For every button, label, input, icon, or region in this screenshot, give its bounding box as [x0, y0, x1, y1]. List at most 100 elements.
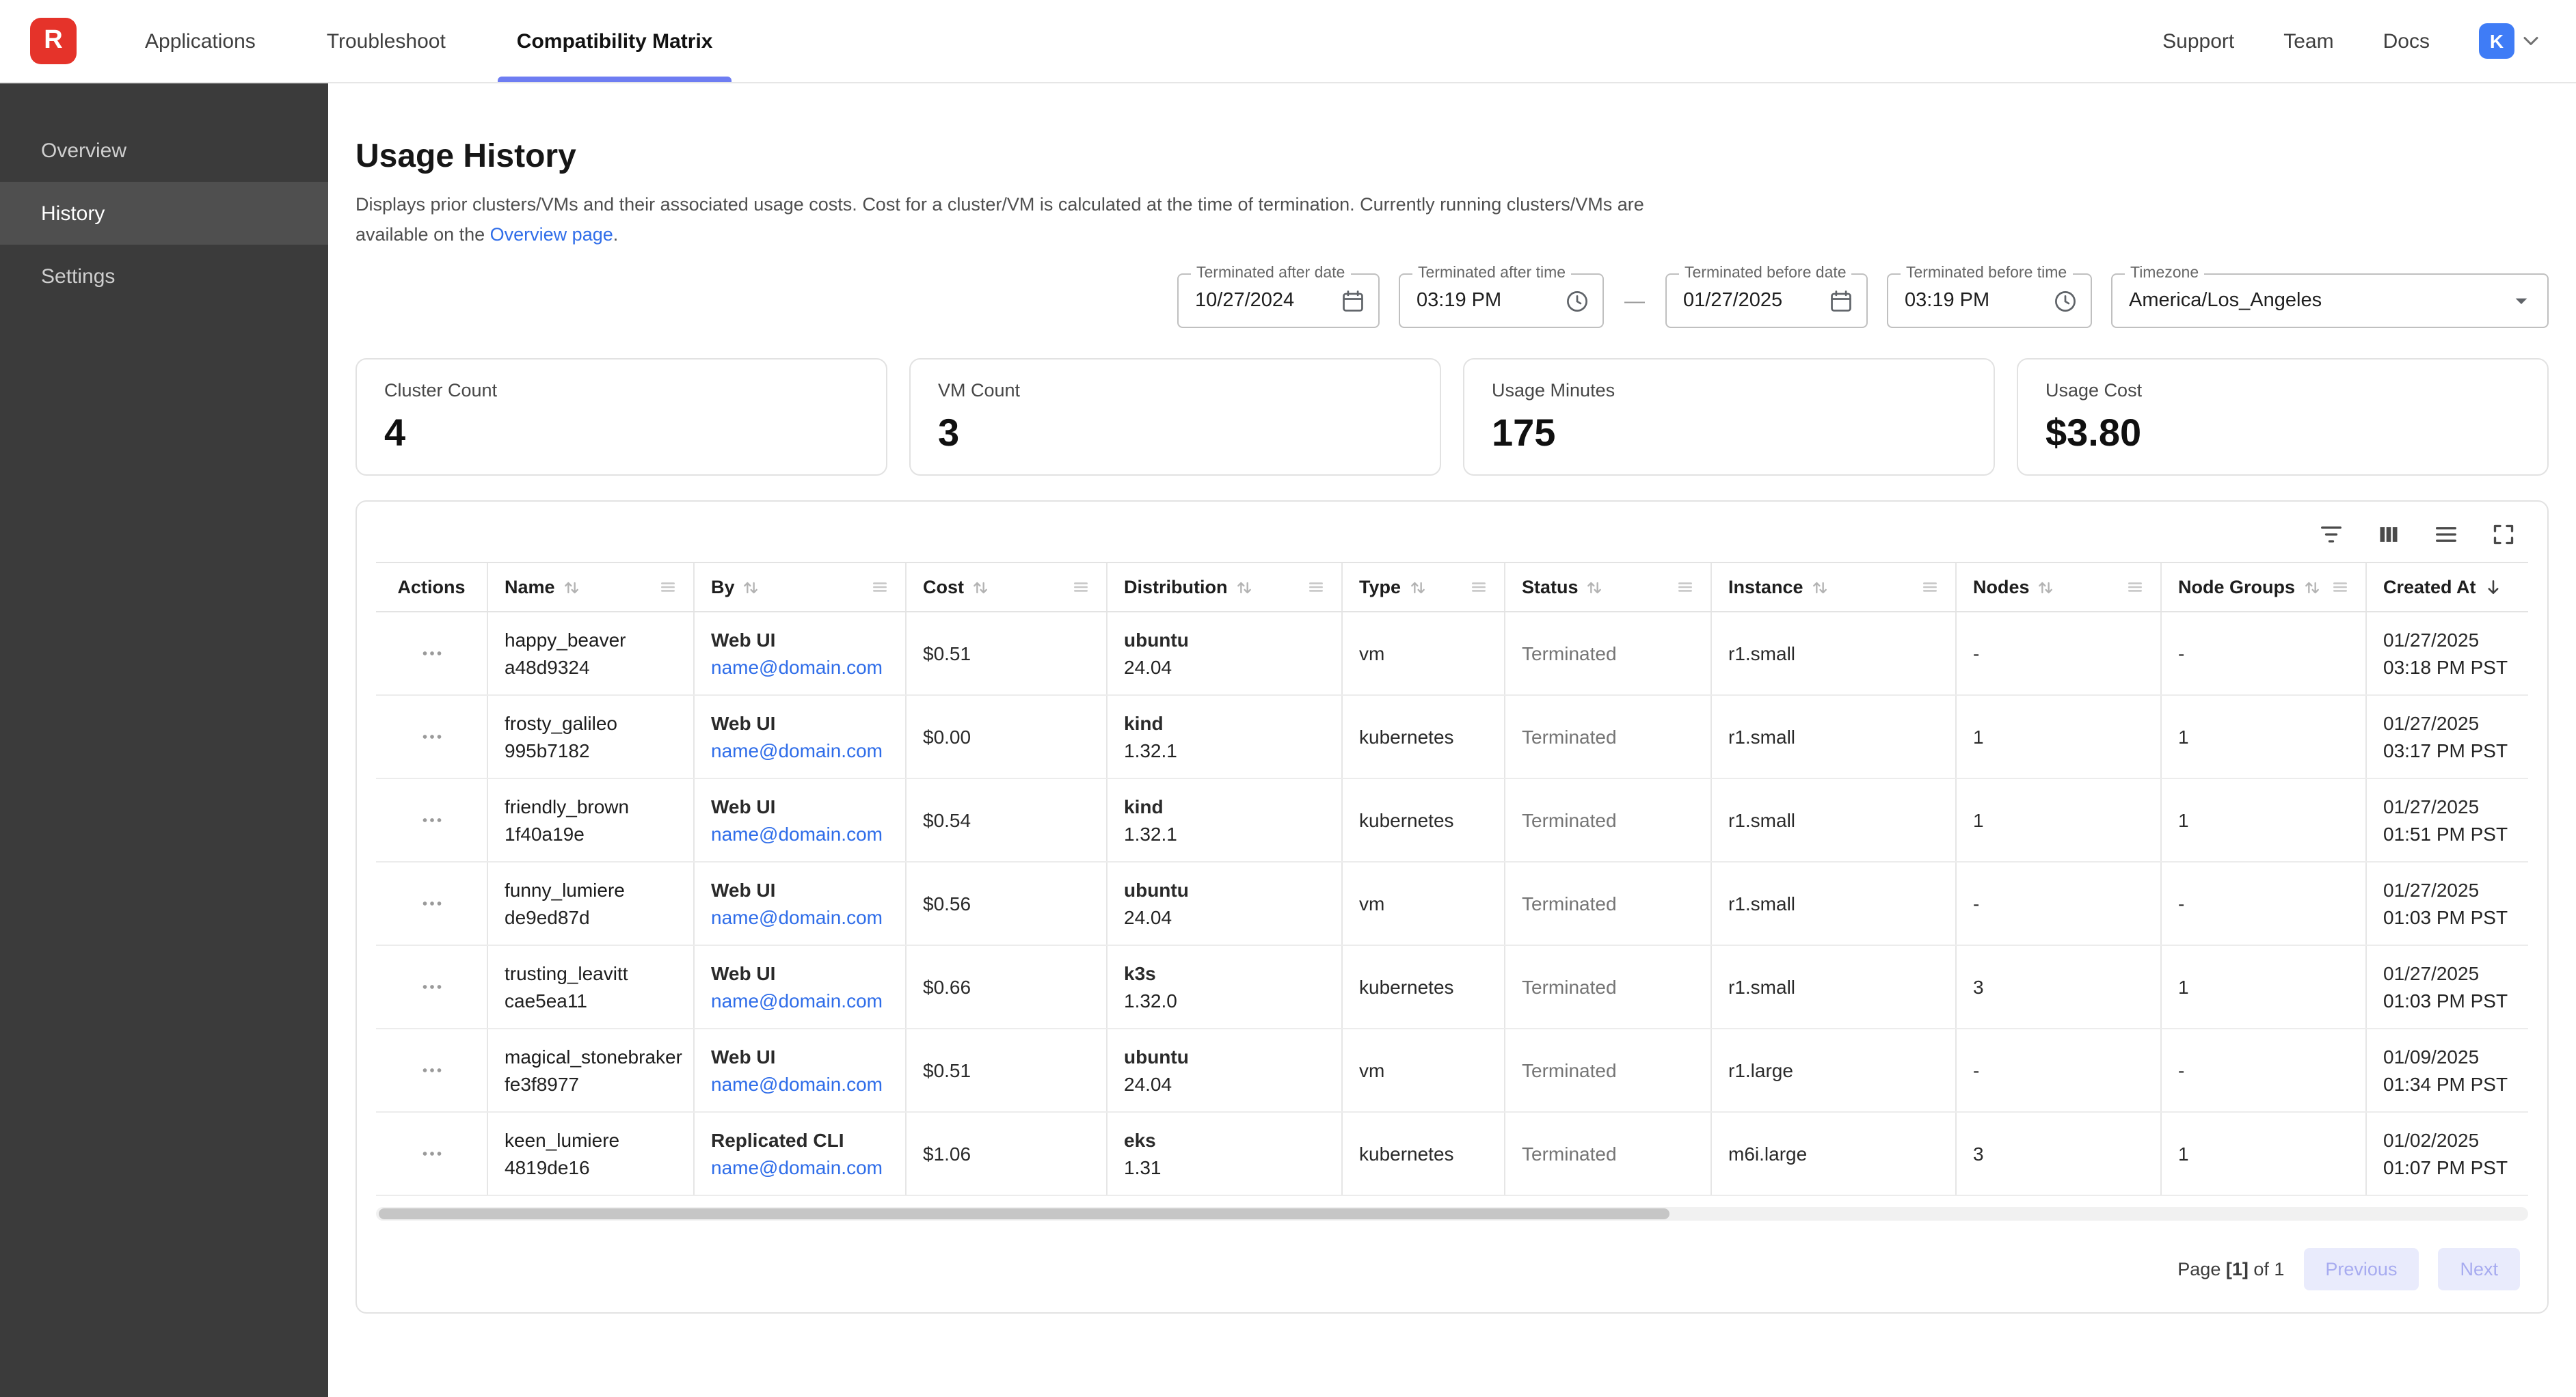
avatar-letter: K [2490, 30, 2504, 52]
row-actions-button[interactable] [414, 802, 449, 838]
created-by-method: Web UI [711, 629, 889, 651]
name-cell: happy_beaver a48d9324 [488, 612, 695, 694]
ellipsis-icon [419, 808, 444, 832]
nodes-cell: 1 [1957, 696, 2162, 778]
column-menu-icon[interactable] [1307, 578, 1325, 596]
created-time: 03:18 PM PST [2383, 656, 2528, 678]
type-cell: vm [1343, 863, 1505, 945]
email-link[interactable]: name@domain.com [711, 990, 889, 1012]
status-cell: Terminated [1505, 1029, 1712, 1111]
column-header-by[interactable]: By [695, 563, 907, 611]
field-value: 03:19 PM [1417, 290, 1501, 312]
table-columns-button[interactable] [2375, 521, 2402, 548]
tab-label: Applications [145, 29, 256, 53]
sidebar-item-settings[interactable]: Settings [0, 245, 328, 308]
cluster-id: 1f40a19e [505, 823, 677, 845]
instance-cell: r1.small [1712, 779, 1957, 861]
table-body: happy_beaver a48d9324 Web UI name@domain… [376, 612, 2528, 1196]
row-actions-button[interactable] [414, 1053, 449, 1088]
column-header-actions: Actions [376, 563, 488, 611]
column-label: Actions [397, 577, 465, 597]
row-actions-button[interactable] [414, 719, 449, 755]
column-label: Type [1359, 577, 1401, 597]
created-date: 01/27/2025 [2383, 879, 2528, 901]
actions-cell [376, 612, 488, 694]
replicated-logo[interactable]: R [30, 18, 77, 64]
instance-value: r1.small [1728, 809, 1939, 831]
table-row: funny_lumiere de9ed87d Web UI name@domai… [376, 863, 2528, 946]
column-menu-icon[interactable] [1072, 578, 1090, 596]
column-header-status[interactable]: Status [1505, 563, 1712, 611]
email-link[interactable]: name@domain.com [711, 906, 889, 928]
field-value: 03:19 PM [1905, 290, 1989, 312]
status-badge: Terminated [1522, 976, 1694, 998]
column-menu-icon[interactable] [659, 578, 677, 596]
table-filter-button[interactable] [2318, 521, 2345, 548]
support-link[interactable]: Support [2162, 29, 2234, 53]
account-menu[interactable]: K [2479, 23, 2543, 59]
cluster-name: trusting_leavitt [505, 962, 677, 984]
column-menu-icon[interactable] [2126, 578, 2144, 596]
distribution-cell: ubuntu 24.04 [1108, 1029, 1343, 1111]
row-actions-button[interactable] [414, 636, 449, 671]
column-header-distribution[interactable]: Distribution [1108, 563, 1343, 611]
tab-compatibility-matrix[interactable]: Compatibility Matrix [481, 0, 749, 82]
clock-icon[interactable] [2052, 288, 2078, 314]
email-link[interactable]: name@domain.com [711, 823, 889, 845]
email-link[interactable]: name@domain.com [711, 1073, 889, 1095]
email-link[interactable]: name@domain.com [711, 740, 889, 761]
scrollbar-thumb[interactable] [379, 1208, 1670, 1219]
calendar-icon[interactable] [1828, 288, 1854, 314]
sidebar-item-history[interactable]: History [0, 182, 328, 245]
team-link[interactable]: Team [2283, 29, 2333, 53]
field-label: Terminated before time [1901, 265, 2072, 282]
calendar-icon[interactable] [1340, 288, 1366, 314]
column-menu-icon[interactable] [1921, 578, 1939, 596]
actions-cell [376, 863, 488, 945]
stats-row: Cluster Count 4 VM Count 3 Usage Minutes… [355, 358, 2549, 476]
status-badge: Terminated [1522, 809, 1694, 831]
distribution-name: kind [1124, 796, 1325, 817]
column-header-created-at[interactable]: Created At [2367, 563, 2528, 611]
table-density-button[interactable] [2432, 521, 2460, 548]
terminated-before-time-field[interactable]: Terminated before time 03:19 PM [1887, 273, 2092, 328]
column-header-type[interactable]: Type [1343, 563, 1505, 611]
terminated-before-date-field[interactable]: Terminated before date 01/27/2025 [1665, 273, 1868, 328]
row-actions-button[interactable] [414, 886, 449, 921]
created-time: 03:17 PM PST [2383, 740, 2528, 761]
column-menu-icon[interactable] [2331, 578, 2349, 596]
column-header-instance[interactable]: Instance [1712, 563, 1957, 611]
previous-page-button[interactable]: Previous [2303, 1248, 2419, 1290]
tab-label: Troubleshoot [327, 29, 446, 53]
column-menu-icon[interactable] [871, 578, 889, 596]
data-grid: Actions Name By [376, 562, 2528, 1196]
clock-icon[interactable] [1564, 288, 1590, 314]
docs-link[interactable]: Docs [2383, 29, 2430, 53]
dropdown-caret-icon [2508, 287, 2535, 314]
terminated-after-time-field[interactable]: Terminated after time 03:19 PM [1399, 273, 1604, 328]
row-actions-button[interactable] [414, 1136, 449, 1171]
terminated-after-date-field[interactable]: Terminated after date 10/27/2024 [1177, 273, 1380, 328]
row-actions-button[interactable] [414, 969, 449, 1005]
name-cell: funny_lumiere de9ed87d [488, 863, 695, 945]
created-date: 01/27/2025 [2383, 712, 2528, 734]
column-header-name[interactable]: Name [488, 563, 695, 611]
cost-value: $1.06 [923, 1143, 1090, 1165]
distribution-name: kind [1124, 712, 1325, 734]
column-header-node-groups[interactable]: Node Groups [2162, 563, 2367, 611]
tab-troubleshoot[interactable]: Troubleshoot [291, 0, 481, 82]
overview-page-link[interactable]: Overview page [490, 223, 613, 244]
column-menu-icon[interactable] [1676, 578, 1694, 596]
table-fullscreen-button[interactable] [2490, 521, 2517, 548]
column-header-nodes[interactable]: Nodes [1957, 563, 2162, 611]
column-menu-icon[interactable] [1470, 578, 1488, 596]
created-date: 01/27/2025 [2383, 796, 2528, 817]
by-cell: Web UI name@domain.com [695, 612, 907, 694]
column-header-cost[interactable]: Cost [907, 563, 1108, 611]
next-page-button[interactable]: Next [2438, 1248, 2520, 1290]
email-link[interactable]: name@domain.com [711, 656, 889, 678]
tab-applications[interactable]: Applications [109, 0, 291, 82]
timezone-select[interactable]: Timezone America/Los_Angeles [2111, 273, 2549, 328]
sidebar-item-overview[interactable]: Overview [0, 119, 328, 182]
email-link[interactable]: name@domain.com [711, 1156, 889, 1178]
